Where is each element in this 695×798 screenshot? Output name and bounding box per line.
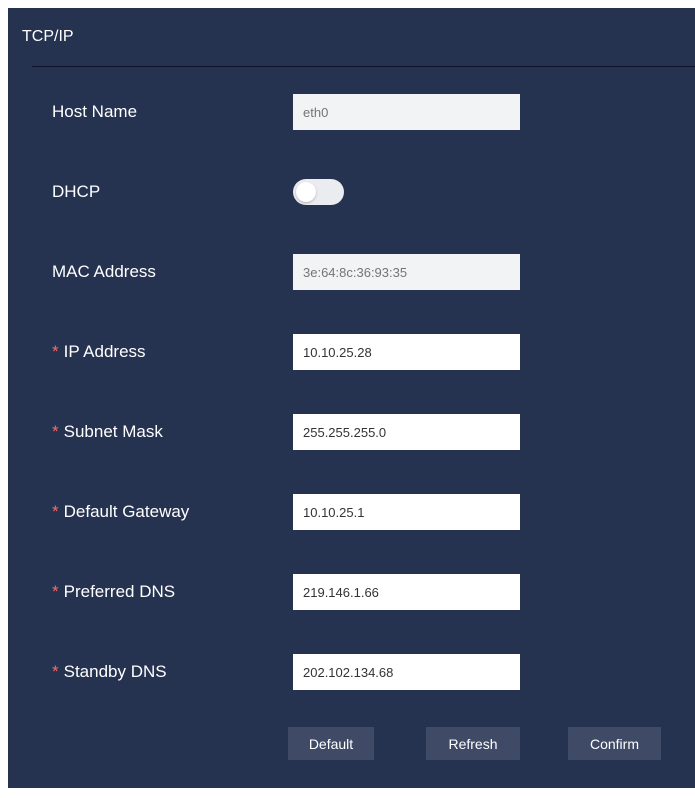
subnet-mask-label-text: Subnet Mask (63, 422, 163, 441)
standby-dns-row: * Standby DNS (8, 654, 695, 694)
refresh-button[interactable]: Refresh (426, 727, 520, 760)
required-mark: * (52, 502, 59, 521)
mac-address-row: MAC Address (8, 254, 695, 294)
tcpip-settings-panel: TCP/IP Host Name DHCP MAC Address *IP Ad… (8, 8, 695, 788)
ip-address-label-text: IP Address (63, 342, 146, 361)
standby-dns-label: * Standby DNS (52, 654, 167, 690)
title-divider (32, 66, 695, 67)
preferred-dns-input[interactable] (293, 574, 520, 610)
preferred-dns-label: * Preferred DNS (52, 574, 175, 610)
panel-title: TCP/IP (22, 28, 74, 45)
default-gateway-label: * Default Gateway (52, 494, 189, 530)
confirm-button[interactable]: Confirm (568, 727, 661, 760)
host-name-row: Host Name (8, 94, 695, 134)
default-gateway-input[interactable] (293, 494, 520, 530)
subnet-mask-label: * Subnet Mask (52, 414, 163, 450)
subnet-mask-row: * Subnet Mask (8, 414, 695, 454)
dhcp-toggle[interactable] (293, 179, 344, 205)
host-name-label: Host Name (52, 102, 138, 121)
ip-address-input[interactable] (293, 334, 520, 370)
subnet-mask-input[interactable] (293, 414, 520, 450)
preferred-dns-row: * Preferred DNS (8, 574, 695, 614)
standby-dns-label-text: Standby DNS (63, 662, 167, 681)
default-gateway-label-text: Default Gateway (63, 502, 190, 521)
mac-address-input[interactable] (293, 254, 520, 290)
ip-address-row: * IP Address (8, 334, 695, 374)
default-gateway-row: * Default Gateway (8, 494, 695, 534)
required-mark: * (52, 662, 59, 681)
host-name-input[interactable] (293, 94, 520, 130)
required-mark: * (52, 582, 59, 601)
required-mark: * (52, 342, 59, 361)
default-button[interactable]: Default (288, 727, 374, 760)
dhcp-row: DHCP (8, 174, 695, 214)
required-mark: * (52, 422, 59, 441)
ip-address-label: * IP Address (52, 334, 146, 370)
standby-dns-input[interactable] (293, 654, 520, 690)
toggle-knob (296, 182, 316, 202)
dhcp-label: DHCP (52, 182, 101, 201)
preferred-dns-label-text: Preferred DNS (63, 582, 176, 601)
mac-address-label: MAC Address (52, 262, 156, 281)
